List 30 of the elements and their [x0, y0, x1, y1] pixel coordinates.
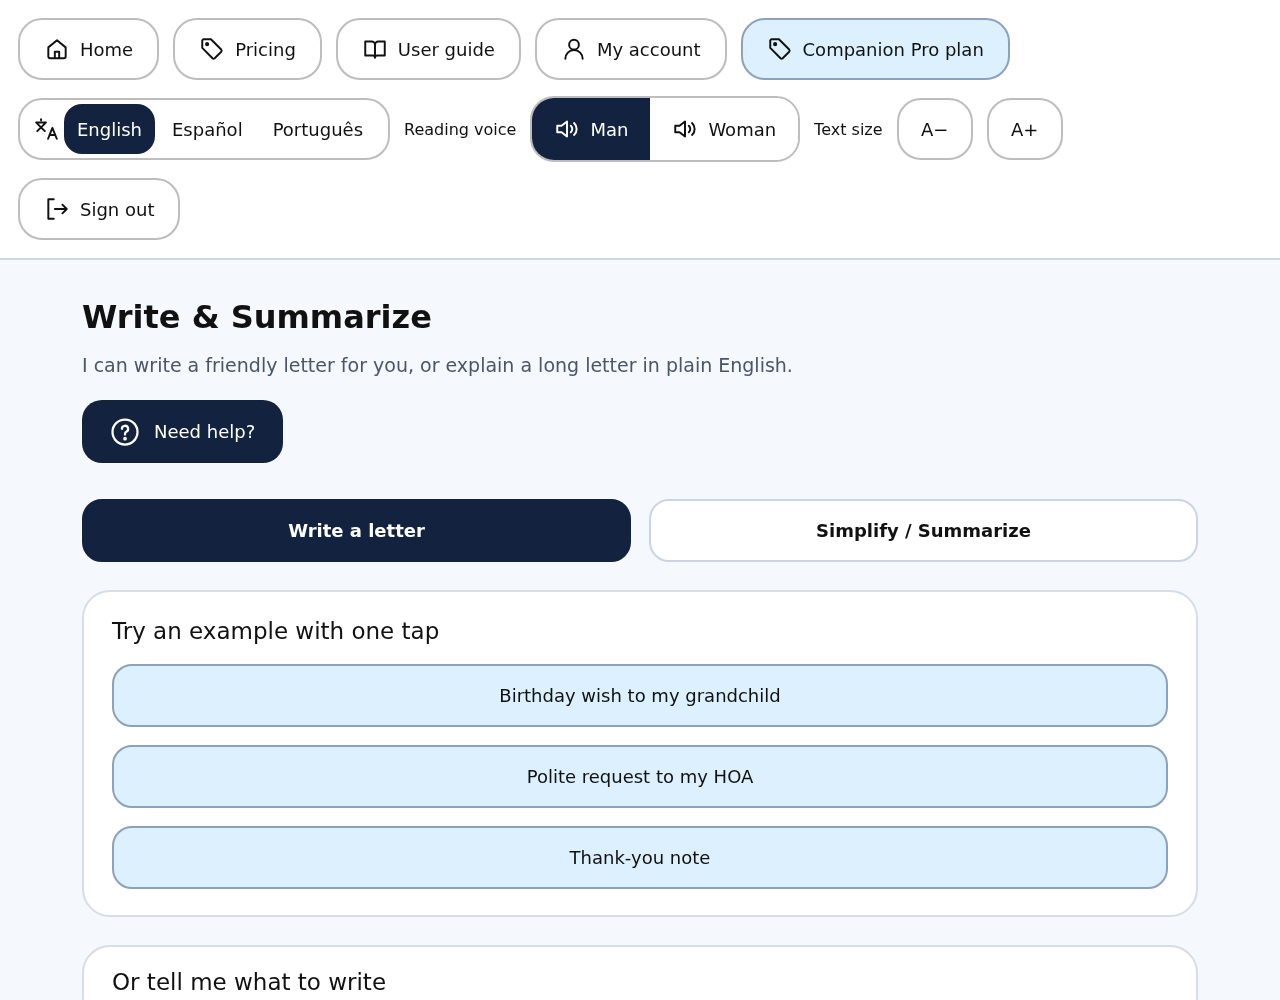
example-button[interactable]: Polite request to my HOA [112, 745, 1168, 808]
nav-link[interactable]: User guide [335, 18, 521, 80]
text-size-button[interactable]: A− [896, 98, 973, 160]
mode-tab[interactable]: Write a letter [82, 499, 631, 562]
mode-tab[interactable]: Simplify / Summarize [649, 499, 1198, 562]
example-button[interactable]: Thank-you note [112, 826, 1168, 889]
reading-voice-label: Reading voice [404, 119, 517, 139]
page-title: Write & Summarize [82, 298, 433, 336]
tag-icon [766, 36, 793, 62]
translate-icon [34, 116, 60, 142]
sign-out-button[interactable]: Sign out [18, 178, 181, 240]
language-option[interactable]: Português [259, 104, 377, 154]
nav-link[interactable]: My account [534, 18, 727, 80]
text-size-label: Text size [814, 119, 883, 139]
language-option[interactable]: English [64, 104, 155, 154]
text-size-button[interactable]: A+ [986, 98, 1063, 160]
tag-icon [199, 36, 226, 62]
sign-out-icon [44, 196, 70, 222]
voice-option[interactable]: Man [532, 98, 651, 160]
example-button[interactable]: Birthday wish to my grandchild [112, 664, 1168, 727]
language-option[interactable]: Español [159, 104, 256, 154]
home-icon [44, 36, 70, 62]
nav-link[interactable]: Pricing [173, 18, 322, 80]
help-button[interactable]: Need help? [82, 400, 284, 463]
card-title: Try an example with one tap [112, 618, 441, 644]
nav-link[interactable]: Companion Pro plan [740, 18, 1010, 80]
nav-link[interactable]: Home [18, 18, 160, 80]
question-icon [110, 416, 140, 447]
card-title: Or tell me what to write [112, 969, 388, 995]
page-subtitle: I can write a friendly letter for you, or explain a long letter in plain English. [82, 354, 794, 376]
